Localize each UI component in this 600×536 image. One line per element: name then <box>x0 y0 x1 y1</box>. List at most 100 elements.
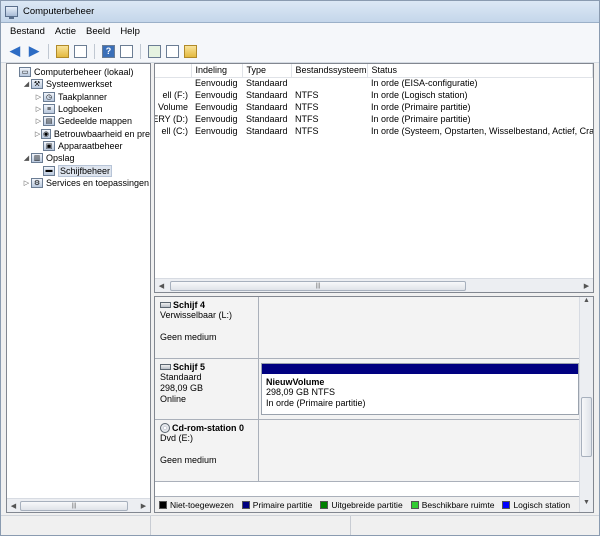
volume-list-horizontal-scrollbar[interactable]: ◀ ||| ▶ <box>155 278 593 292</box>
scroll-right-icon[interactable]: ▶ <box>137 502 150 510</box>
properties-button[interactable] <box>165 44 180 59</box>
tree-item-gedeelde-mappen[interactable]: ▷ ▤ Gedeelde mappen <box>7 115 150 127</box>
check-button[interactable] <box>183 44 198 59</box>
volume-list-scroll-thumb[interactable]: ||| <box>170 281 466 291</box>
table-row[interactable]: ell (F:) Eenvoudig Standaard NTFS In orde (L… <box>155 89 593 101</box>
shared-folder-icon: ▤ <box>43 116 55 127</box>
help-button[interactable]: ? <box>101 44 116 59</box>
table-cell: ell (C:) <box>161 126 189 136</box>
table-cell: In orde (Primaire partitie) <box>371 114 471 124</box>
show-hide-tree-button[interactable] <box>73 44 88 59</box>
tree-horizontal-scrollbar[interactable]: ◀ ||| ▶ <box>7 498 150 512</box>
computer-management-icon <box>5 6 18 19</box>
scroll-left-icon[interactable]: ◀ <box>7 502 20 510</box>
partition-content: NieuwVolume 298,09 GB NTFS In orde (Primai… <box>262 374 578 412</box>
column-header-volume[interactable] <box>155 64 192 78</box>
tree-item-opslag[interactable]: ◢ ▥ Opslag <box>7 152 150 164</box>
disk-row[interactable]: Cd-rom-station 0 Dvd (E:) Geen medium <box>155 420 593 482</box>
column-header-status[interactable]: Status <box>367 64 593 78</box>
menu-beeld[interactable]: Beeld <box>81 26 115 37</box>
disk-row[interactable]: Schijf 5 Standaard 298,09 GB Online NieuwVol… <box>155 359 593 420</box>
forward-arrow-icon[interactable]: ▶ <box>26 43 42 58</box>
properties-icon <box>166 44 179 58</box>
column-header-indeling[interactable]: Indeling <box>191 64 243 78</box>
table-cell: VERY (D:) <box>155 114 188 124</box>
partition-type-bar <box>262 364 578 374</box>
tree-item-systeemwerkset[interactable]: ◢ ⚒ Systeemwerkset <box>7 78 150 90</box>
expander-icon[interactable]: ▷ <box>34 105 43 113</box>
table-cell <box>291 77 367 89</box>
expander-icon[interactable]: ◢ <box>22 80 31 88</box>
back-arrow-icon[interactable]: ◀ <box>7 43 23 58</box>
up-folder-button[interactable] <box>55 44 70 59</box>
menu-bestand[interactable]: Bestand <box>5 26 50 37</box>
disk-detail <box>160 444 253 455</box>
partition-block[interactable]: NieuwVolume 298,09 GB NTFS In orde (Primai… <box>261 363 579 415</box>
clock-icon: ◷ <box>43 91 55 102</box>
scroll-up-icon[interactable]: ▲ <box>580 297 593 310</box>
menu-help[interactable]: Help <box>115 26 145 37</box>
disk-vertical-scrollbar[interactable]: ▲ ▼ <box>579 297 593 512</box>
table-cell: NTFS <box>295 126 319 136</box>
expander-icon[interactable]: ▷ <box>34 130 41 138</box>
refresh-button[interactable] <box>147 44 162 59</box>
tree-item-computerbeheer-lokaal[interactable]: ▭ Computerbeheer (lokaal) <box>7 66 150 78</box>
legend-item: Primaire partitie <box>241 500 312 510</box>
tree-scroll-thumb[interactable]: ||| <box>20 500 128 511</box>
disk-info[interactable]: Schijf 4 Verwisselbaar (L:) Geen medium <box>155 297 259 358</box>
table-row[interactable]: ell (C:) Eenvoudig Standaard NTFS In orde (S… <box>155 125 593 137</box>
partition-legend: Niet-toegewezen Primaire partitie Uitgebre… <box>155 496 593 512</box>
column-header-bestandssysteem[interactable]: Bestandssysteem <box>291 64 368 78</box>
action-pane-button[interactable] <box>119 44 134 59</box>
disk-partition-area <box>259 297 593 358</box>
tree-item-taakplanner[interactable]: ▷ ◷ Taakplanner <box>7 91 150 103</box>
tree-item-label: Taakplanner <box>58 91 108 102</box>
table-row[interactable]: VERY (D:) Eenvoudig Standaard NTFS In orde (… <box>155 113 593 125</box>
disk-row[interactable]: Schijf 4 Verwisselbaar (L:) Geen medium <box>155 297 593 359</box>
tree-item-services-en-toepassingen[interactable]: ▷ ⚙ Services en toepassingen <box>7 177 150 189</box>
table-cell: Eenvoudig <box>195 126 238 136</box>
computer-management-window: Computerbeheer Bestand Actie Beeld Help … <box>0 0 600 536</box>
table-cell: Volume <box>157 102 188 112</box>
partition-size: 298,09 GB NTFS <box>266 387 336 397</box>
table-cell: Standaard <box>246 126 288 136</box>
tree-item-label: Logboeken <box>58 104 103 115</box>
disk-info[interactable]: Schijf 5 Standaard 298,09 GB Online <box>155 359 259 419</box>
expander-icon[interactable]: ▷ <box>34 93 43 101</box>
tree-item-label: Gedeelde mappen <box>58 116 133 127</box>
table-cell: Standaard <box>246 78 288 89</box>
scroll-track[interactable]: ||| <box>168 279 580 292</box>
tree-item-betrouwbaarheid-en-pre[interactable]: ▷ ◉ Betrouwbaarheid en pre <box>7 127 150 139</box>
expander-icon[interactable]: ◢ <box>22 154 31 162</box>
menu-actie[interactable]: Actie <box>50 26 81 37</box>
disk-detail: 298,09 GB <box>160 383 204 393</box>
scroll-left-icon[interactable]: ◀ <box>155 282 168 290</box>
scroll-right-icon[interactable]: ▶ <box>580 282 593 290</box>
disk-info[interactable]: Cd-rom-station 0 Dvd (E:) Geen medium <box>155 420 259 481</box>
disk-management-icon: ▬ <box>43 165 55 176</box>
status-bar <box>1 515 599 535</box>
action-pane-icon <box>120 44 133 58</box>
disk-list: Schijf 4 Verwisselbaar (L:) Geen medium Sch… <box>155 297 593 496</box>
table-cell: Standaard <box>246 102 288 112</box>
disk-scroll-thumb[interactable] <box>581 397 592 457</box>
legend-label: Uitgebreide partitie <box>331 499 403 510</box>
table-cell: NTFS <box>295 102 319 112</box>
scroll-down-icon[interactable]: ▼ <box>580 499 593 512</box>
table-row[interactable]: Volume Eenvoudig Standaard NTFS In orde (Pri… <box>155 101 593 113</box>
disk-detail: Online <box>160 394 187 404</box>
table-row[interactable]: Eenvoudig Standaard In orde (EISA-configur… <box>155 77 593 89</box>
table-cell: Eenvoudig <box>195 78 238 89</box>
tree-item-apparaatbeheer[interactable]: ▣ Apparaatbeheer <box>7 140 150 152</box>
expander-icon[interactable]: ▷ <box>22 179 31 187</box>
disk-detail <box>160 321 253 332</box>
tree-item-logboeken[interactable]: ▷ ≡ Logboeken <box>7 103 150 115</box>
disk-detail: Geen medium <box>160 455 217 465</box>
tree-item-schijfbeheer[interactable]: ▬ Schijfbeheer <box>7 164 150 177</box>
expander-icon[interactable]: ▷ <box>34 117 43 125</box>
disk-partition-area <box>259 420 593 481</box>
table-cell <box>155 77 191 89</box>
checkmark-icon <box>184 44 197 58</box>
column-header-type[interactable]: Type <box>242 64 292 78</box>
partition-status: In orde (Primaire partitie) <box>266 398 366 408</box>
